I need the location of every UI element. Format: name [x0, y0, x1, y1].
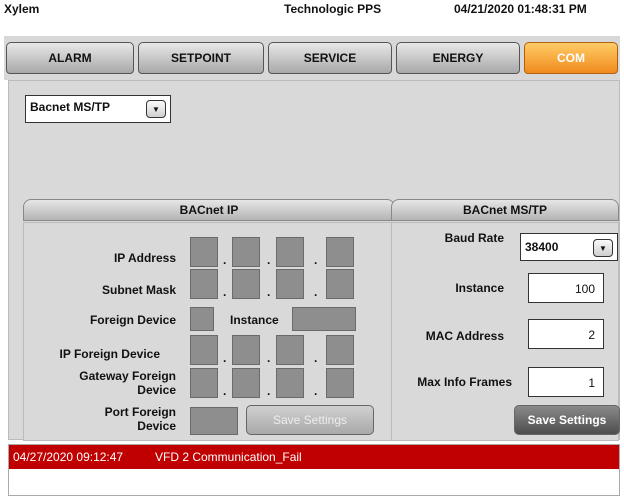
title-bar: Xylem Technologic PPS 04/21/2020 01:48:3…: [0, 0, 624, 18]
tab-setpoint[interactable]: SETPOINT: [138, 42, 264, 74]
ip-foreign-device-dot: .: [267, 351, 271, 365]
ip-address-dot: .: [314, 253, 318, 267]
gateway-foreign-device-label: Gateway Foreign Device: [79, 369, 176, 397]
gateway-foreign-device-octet-3[interactable]: [276, 368, 304, 398]
subnet-mask-octet-2[interactable]: [232, 269, 260, 299]
max-info-frames-label: Max Info Frames: [417, 375, 512, 389]
alarm-message: VFD 2 Communication_Fail: [155, 450, 302, 464]
ip-instance-field[interactable]: [292, 307, 356, 331]
bacnet-mstp-panel: Baud Rate 38400 ▼ Instance 100 MAC Addre…: [391, 222, 620, 441]
subnet-mask-dot: .: [267, 285, 271, 299]
port-foreign-device-field[interactable]: [190, 407, 238, 435]
bacnet-ip-panel: IP Address . . . Subnet Mask . . . Forei…: [23, 222, 393, 441]
mstp-instance-value: 100: [574, 282, 595, 296]
max-info-frames-field[interactable]: 1: [528, 367, 604, 397]
ip-address-dot: .: [223, 253, 227, 267]
gateway-foreign-device-octet-2[interactable]: [232, 368, 260, 398]
baud-rate-value: 38400: [525, 240, 559, 254]
datetime-display: 04/21/2020 01:48:31 PM: [454, 2, 587, 16]
baud-rate-label: Baud Rate: [444, 231, 504, 245]
device-title: Technologic PPS: [284, 2, 382, 16]
ip-address-octet-3[interactable]: [276, 237, 304, 267]
gateway-foreign-device-octet-4[interactable]: [326, 368, 354, 398]
tab-service[interactable]: SERVICE: [268, 42, 392, 74]
ip-foreign-device-octet-4[interactable]: [326, 335, 354, 365]
alarm-timestamp: 04/27/2020 09:12:47: [13, 450, 124, 464]
ip-save-settings-button[interactable]: Save Settings: [246, 405, 374, 435]
gateway-foreign-device-dot: .: [223, 384, 227, 398]
protocol-select[interactable]: Bacnet MS/TP ▼: [25, 95, 171, 123]
tab-energy[interactable]: ENERGY: [396, 42, 520, 74]
ip-foreign-device-octet-1[interactable]: [190, 335, 218, 365]
bacnet-mstp-header: BACnet MS/TP: [391, 199, 619, 221]
mstp-instance-label: Instance: [455, 281, 504, 295]
gateway-foreign-device-octet-1[interactable]: [190, 368, 218, 398]
ip-foreign-device-label: IP Foreign Device: [59, 347, 160, 361]
dropdown-arrow-icon[interactable]: ▼: [593, 239, 613, 257]
com-settings-panel: Bacnet MS/TP ▼ BACnet IP BACnet MS/TP IP…: [8, 80, 620, 441]
subnet-mask-dot: .: [223, 285, 227, 299]
alarm-list: 04/27/2020 09:12:47 VFD 2 Communication_…: [8, 444, 620, 496]
mac-address-label: MAC Address: [425, 329, 504, 343]
foreign-device-toggle[interactable]: [190, 307, 214, 331]
port-foreign-device-label: Port Foreign Device: [104, 405, 176, 433]
ip-foreign-device-octet-3[interactable]: [276, 335, 304, 365]
subnet-mask-dot: .: [314, 285, 318, 299]
tab-alarm[interactable]: ALARM: [6, 42, 134, 74]
mac-address-field[interactable]: 2: [528, 319, 604, 349]
subnet-mask-label: Subnet Mask: [101, 283, 176, 297]
mstp-save-settings-button[interactable]: Save Settings: [514, 405, 620, 435]
baud-rate-select[interactable]: 38400 ▼: [520, 233, 618, 261]
ip-address-octet-1[interactable]: [190, 237, 218, 267]
ip-address-octet-4[interactable]: [326, 237, 354, 267]
foreign-device-label: Foreign Device: [89, 313, 176, 327]
tab-bar: ALARM SETPOINT SERVICE ENERGY COM: [4, 36, 620, 80]
bacnet-ip-header: BACnet IP: [23, 199, 395, 221]
ip-foreign-device-dot: .: [223, 351, 227, 365]
subnet-mask-octet-3[interactable]: [276, 269, 304, 299]
ip-foreign-device-dot: .: [314, 351, 318, 365]
max-info-frames-value: 1: [588, 376, 595, 390]
subnet-mask-octet-4[interactable]: [326, 269, 354, 299]
ip-address-dot: .: [267, 253, 271, 267]
ip-instance-label: Instance: [230, 313, 279, 327]
protocol-selected-value: Bacnet MS/TP: [30, 100, 111, 114]
ip-foreign-device-octet-2[interactable]: [232, 335, 260, 365]
gateway-foreign-device-dot: .: [267, 384, 271, 398]
dropdown-arrow-icon[interactable]: ▼: [146, 100, 166, 118]
tab-com[interactable]: COM: [524, 42, 618, 74]
gateway-foreign-device-dot: .: [314, 384, 318, 398]
mstp-instance-field[interactable]: 100: [528, 273, 604, 303]
alarm-row[interactable]: 04/27/2020 09:12:47 VFD 2 Communication_…: [9, 445, 619, 469]
ip-address-label: IP Address: [113, 251, 176, 265]
mac-address-value: 2: [588, 328, 595, 342]
ip-address-octet-2[interactable]: [232, 237, 260, 267]
app-title: Xylem: [4, 2, 40, 16]
subnet-mask-octet-1[interactable]: [190, 269, 218, 299]
